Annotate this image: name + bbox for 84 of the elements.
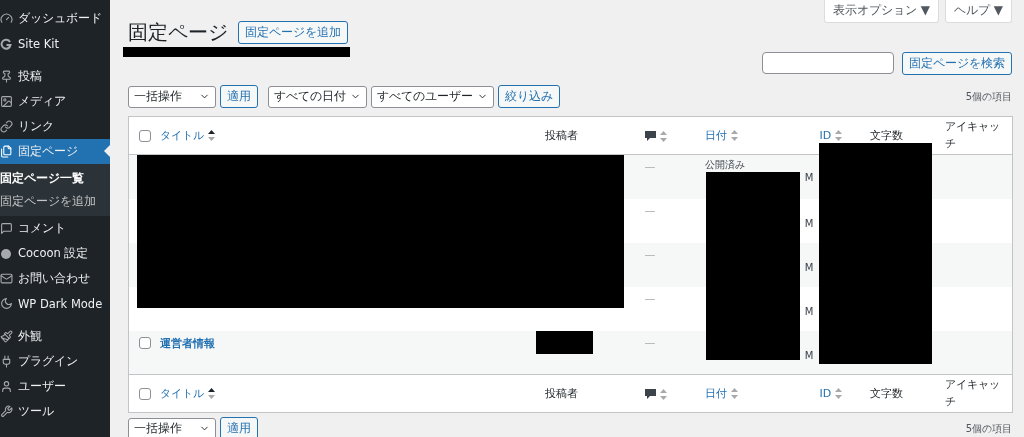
mail-icon xyxy=(0,272,13,285)
column-heading: 文字数 xyxy=(869,386,903,401)
sidebar-item[interactable]: 投稿 xyxy=(0,64,110,89)
user-icon xyxy=(0,380,13,393)
sort-icon xyxy=(207,388,215,399)
date-text: M xyxy=(804,217,814,229)
sidebar-item[interactable]: メディア xyxy=(0,89,110,114)
sidebar-item[interactable]: 外観 xyxy=(0,324,110,349)
wrench-icon xyxy=(0,405,13,418)
page-title: 固定ページ xyxy=(128,19,228,46)
gauge-icon xyxy=(0,12,13,25)
sidebar-item[interactable]: リンク xyxy=(0,114,110,139)
comment-count: — xyxy=(644,247,656,261)
comment-icon xyxy=(644,130,656,142)
comment-count: — xyxy=(644,203,656,217)
item-count: 5個の項目 xyxy=(965,89,1012,104)
bulk-action-select[interactable]: 一括操作 xyxy=(128,85,216,108)
column-heading: アイキャッチ xyxy=(944,119,1001,152)
add-page-button[interactable]: 固定ページを追加 xyxy=(238,21,348,44)
redaction-bar xyxy=(536,331,593,354)
comment-count: — xyxy=(644,335,656,349)
submenu-item[interactable]: 固定ページを追加 xyxy=(0,190,110,213)
column-heading: 投稿者 xyxy=(544,386,578,401)
sidebar-item[interactable]: ユーザー xyxy=(0,374,110,399)
post-status: 公開済み xyxy=(704,160,746,170)
row-checkbox[interactable] xyxy=(139,336,151,349)
date-text: M xyxy=(804,305,814,317)
sort-icon xyxy=(835,130,843,142)
pages-icon xyxy=(0,145,13,158)
sort-icon xyxy=(835,388,843,400)
column-sort-link[interactable]: タイトル xyxy=(159,386,204,401)
apply-button[interactable]: 適用 xyxy=(220,417,258,437)
pin-icon xyxy=(0,70,13,83)
column-heading: アイキャッチ xyxy=(944,377,1001,410)
sort-icon xyxy=(207,130,215,141)
date-filter-select[interactable]: すべての日付 xyxy=(268,85,367,108)
column-sort-link[interactable]: 日付 xyxy=(704,386,727,401)
sidebar-item[interactable]: プラグイン xyxy=(0,349,110,374)
image-icon xyxy=(0,95,13,108)
select-all-checkbox[interactable] xyxy=(139,388,151,400)
plug-icon xyxy=(0,355,13,368)
bulk-action-select[interactable]: 一括操作 xyxy=(128,417,216,437)
sort-icon xyxy=(730,388,738,399)
comment-icon xyxy=(0,222,13,235)
select-all-checkbox[interactable] xyxy=(139,130,151,142)
sidebar-item[interactable]: Cocoon 設定 xyxy=(0,241,110,266)
sort-icon xyxy=(659,130,667,142)
date-text: M xyxy=(804,349,814,361)
sort-icon xyxy=(659,388,667,400)
column-heading: 文字数 xyxy=(869,128,903,143)
apply-button[interactable]: 適用 xyxy=(220,85,258,108)
comment-count: — xyxy=(644,160,656,173)
date-text: M xyxy=(804,172,814,183)
sidebar-item[interactable]: Site Kit xyxy=(0,31,110,56)
item-count: 5個の項目 xyxy=(965,421,1012,436)
sidebar-item[interactable]: ダッシュボード xyxy=(0,6,110,31)
search-field[interactable] xyxy=(762,52,894,74)
comment-count: — xyxy=(644,291,656,305)
moon-icon xyxy=(0,297,13,310)
sidebar-item[interactable]: WP Dark Mode xyxy=(0,291,110,316)
sidebar-item[interactable]: コメント xyxy=(0,216,110,241)
search-button[interactable]: 固定ページを検索 xyxy=(902,52,1012,75)
brush-icon xyxy=(0,330,13,343)
g-letter-icon xyxy=(0,37,13,50)
sidebar-item[interactable]: 固定ページ xyxy=(0,139,110,164)
link-icon xyxy=(0,120,13,133)
submenu-item[interactable]: 固定ページ一覧 xyxy=(0,167,110,190)
circle-icon xyxy=(0,247,13,260)
sidebar-item[interactable]: お問い合わせ xyxy=(0,266,110,291)
column-heading: 投稿者 xyxy=(544,128,578,143)
screen-tab[interactable]: ヘルプ ▼ xyxy=(944,0,1012,23)
column-sort-link[interactable]: ID xyxy=(819,129,832,143)
column-sort-link[interactable]: タイトル xyxy=(159,128,204,143)
sort-icon xyxy=(730,130,738,141)
comment-icon xyxy=(644,388,656,400)
pointer-icon xyxy=(104,145,110,157)
filter-button[interactable]: 絞り込み xyxy=(498,85,560,108)
date-text: M xyxy=(804,261,814,273)
column-sort-link[interactable]: 日付 xyxy=(704,128,727,143)
screen-tab[interactable]: 表示オプション ▼ xyxy=(823,0,939,23)
page-title-link[interactable]: 運営者情報 xyxy=(159,336,215,350)
column-sort-link[interactable]: ID xyxy=(819,387,832,401)
user-filter-select[interactable]: すべてのユーザー xyxy=(371,85,494,108)
sidebar-item[interactable]: ツール xyxy=(0,399,110,424)
